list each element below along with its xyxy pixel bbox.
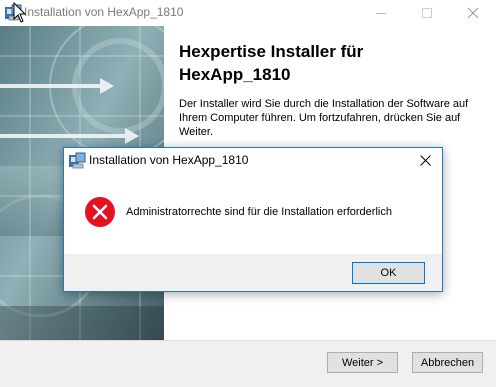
mouse-cursor-icon bbox=[13, 1, 27, 24]
dialog-footer: OK bbox=[64, 254, 442, 291]
dialog-app-icon bbox=[68, 152, 86, 169]
minimize-icon bbox=[376, 13, 386, 14]
ok-button[interactable]: OK bbox=[352, 262, 425, 284]
welcome-description: Der Installer wird Sie durch die Install… bbox=[179, 98, 469, 138]
close-icon bbox=[420, 155, 431, 166]
dialog-close-button[interactable] bbox=[408, 148, 442, 173]
window-titlebar[interactable]: Installation von HexApp_1810 bbox=[0, 0, 496, 26]
dialog-body: Administratorrechte sind für die Install… bbox=[64, 173, 442, 254]
next-button[interactable]: Weiter > bbox=[327, 352, 398, 373]
close-icon bbox=[467, 7, 479, 19]
close-button[interactable] bbox=[450, 0, 496, 26]
cancel-button[interactable]: Abbrechen bbox=[412, 352, 483, 373]
maximize-icon bbox=[422, 8, 432, 18]
dialog-title: Installation von HexApp_1810 bbox=[89, 153, 249, 167]
welcome-heading: Hexpertise Installer für HexApp_1810 bbox=[179, 42, 364, 84]
window-title: Installation von HexApp_1810 bbox=[24, 5, 184, 19]
error-icon bbox=[84, 196, 116, 228]
maximize-button[interactable] bbox=[404, 0, 450, 26]
dialog-titlebar[interactable]: Installation von HexApp_1810 bbox=[64, 148, 442, 173]
error-dialog: Installation von HexApp_1810 Administrat… bbox=[63, 147, 443, 292]
minimize-button[interactable] bbox=[358, 0, 404, 26]
dialog-message: Administratorrechte sind für die Install… bbox=[126, 206, 392, 218]
